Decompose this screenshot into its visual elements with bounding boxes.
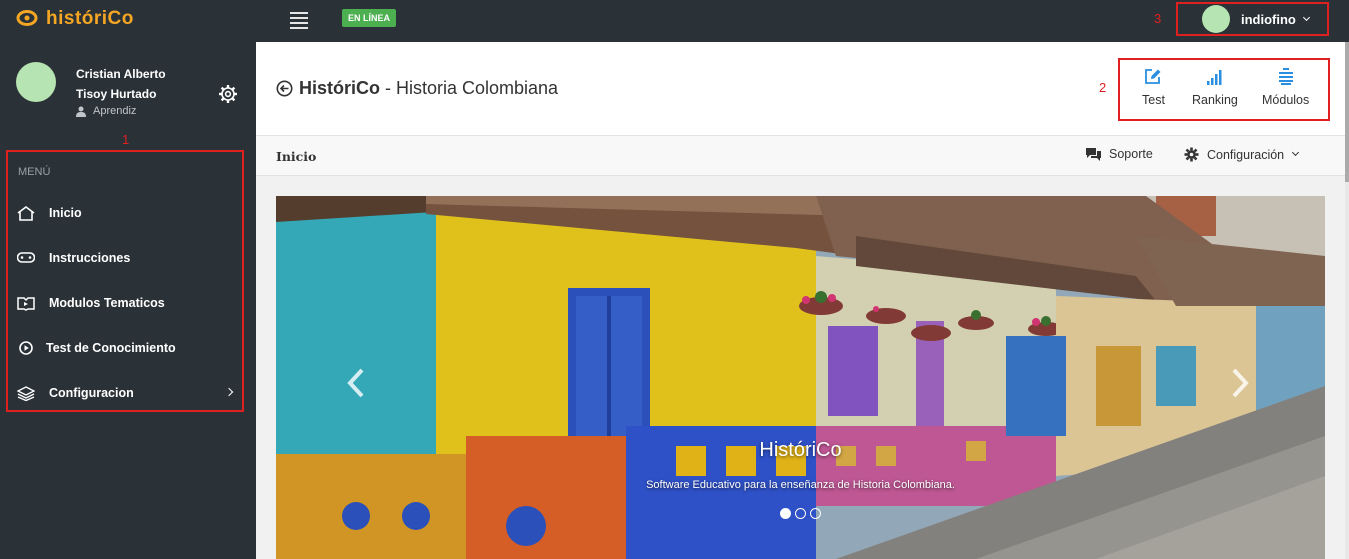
carousel-caption-title: HistóriCo — [759, 439, 842, 461]
back-arrow-icon[interactable] — [276, 80, 293, 97]
carousel-indicator-2[interactable] — [795, 508, 806, 519]
carousel-caption-subtitle: Software Educativo para la enseñanza de … — [646, 479, 955, 491]
carousel-indicators — [780, 508, 821, 519]
sidebar-item-label: Inicio — [49, 206, 82, 220]
support-label: Soporte — [1109, 147, 1153, 161]
configuration-dropdown[interactable]: Configuración — [1184, 147, 1300, 162]
chevron-down-icon — [1302, 13, 1310, 22]
gamepad-icon — [16, 250, 36, 266]
carousel-indicator-1[interactable] — [780, 508, 791, 519]
profile-role-label: Aprendiz — [93, 105, 137, 117]
annotation-marker-1: 1 — [122, 132, 130, 147]
home-icon — [16, 205, 36, 221]
annotation-marker-3: 3 — [1154, 11, 1162, 26]
ranking-action-button[interactable]: Ranking — [1192, 68, 1238, 107]
user-icon — [76, 106, 86, 117]
test-action-label: Test — [1142, 93, 1165, 107]
sub-toolbar: Inicio Soporte Configuración — [256, 136, 1345, 176]
chevron-right-icon — [224, 387, 234, 397]
logo-icon — [16, 10, 38, 26]
sidebar-item-test-de-conocimiento[interactable]: Test de Conocimiento — [16, 333, 238, 363]
page-header: HistóriCo - Historia Colombiana 2 Test R… — [256, 42, 1345, 136]
profile-name: Cristian Alberto Tisoy Hurtado — [76, 67, 166, 101]
sidebar-menu: MENÚ Inicio Instrucciones Modulos Temati… — [6, 150, 244, 412]
sidebar-item-label: Configuracion — [49, 386, 134, 400]
profile-role: Aprendiz — [76, 105, 136, 117]
sidebar-item-label: Test de Conocimiento — [46, 341, 176, 355]
signal-bars-icon — [1206, 70, 1222, 85]
page-title-brand: HistóriCo — [299, 78, 380, 98]
user-profile: Cristian Alberto Tisoy Hurtado Aprendiz — [16, 62, 246, 132]
ranking-action-label: Ranking — [1192, 93, 1238, 107]
book-icon — [16, 295, 36, 311]
main-content: HistóriCo - Historia Colombiana 2 Test R… — [256, 42, 1345, 559]
sidebar-item-instrucciones[interactable]: Instrucciones — [16, 243, 238, 273]
carousel-indicator-3[interactable] — [810, 508, 821, 519]
page-title: HistóriCo - Historia Colombiana — [276, 78, 558, 99]
list-icon — [1278, 68, 1293, 85]
username-label: indiofino — [1241, 11, 1296, 27]
hamburger-menu-icon[interactable] — [290, 12, 308, 29]
sidebar-item-label: Instrucciones — [49, 251, 131, 265]
modulos-action-button[interactable]: Módulos — [1262, 68, 1309, 107]
sidebar-item-inicio[interactable]: Inicio — [16, 198, 238, 228]
support-link[interactable]: Soporte — [1086, 147, 1153, 161]
sidebar: Cristian Alberto Tisoy Hurtado Aprendiz … — [0, 42, 256, 559]
scrollbar-thumb[interactable] — [1345, 42, 1349, 182]
play-circle-icon — [16, 340, 36, 356]
avatar — [1202, 5, 1230, 33]
annotation-marker-2: 2 — [1099, 80, 1107, 95]
online-status-badge: EN LÍNEA — [342, 9, 397, 27]
profile-avatar — [16, 62, 56, 102]
top-bar: históriCo EN LÍNEA 3 indiofino — [0, 0, 1349, 42]
sidebar-item-configuracion[interactable]: Configuracion — [16, 378, 238, 408]
gear-icon — [1184, 147, 1199, 162]
carousel-prev-icon[interactable] — [344, 366, 368, 400]
logo-text: históriCo — [46, 8, 134, 29]
sidebar-item-modulos-tematicos[interactable]: Modulos Tematicos — [16, 288, 238, 318]
edit-icon — [1145, 69, 1161, 84]
profile-settings-gear-icon[interactable] — [218, 84, 238, 104]
breadcrumb[interactable]: Inicio — [276, 149, 316, 164]
image-carousel: HistóriCo Software Educativo para la ens… — [276, 196, 1325, 559]
configuration-label: Configuración — [1207, 147, 1285, 162]
chevron-down-icon — [1292, 148, 1300, 157]
sidebar-item-label: Modulos Tematicos — [49, 296, 165, 310]
page-scrollbar[interactable] — [1345, 42, 1349, 559]
page-title-subtitle: - Historia Colombiana — [385, 78, 559, 98]
modulos-action-label: Módulos — [1262, 93, 1310, 107]
logo[interactable]: históriCo — [16, 8, 134, 30]
layers-icon — [16, 385, 36, 401]
chat-support-icon — [1086, 147, 1101, 161]
header-actions: Test Ranking Módulos — [1118, 58, 1330, 121]
menu-title: MENÚ — [18, 166, 51, 178]
carousel-next-icon[interactable] — [1228, 366, 1252, 400]
user-menu-dropdown[interactable]: indiofino — [1176, 2, 1329, 36]
colorful-colonial-street-image — [276, 196, 1325, 559]
test-action-button[interactable]: Test — [1142, 68, 1165, 107]
